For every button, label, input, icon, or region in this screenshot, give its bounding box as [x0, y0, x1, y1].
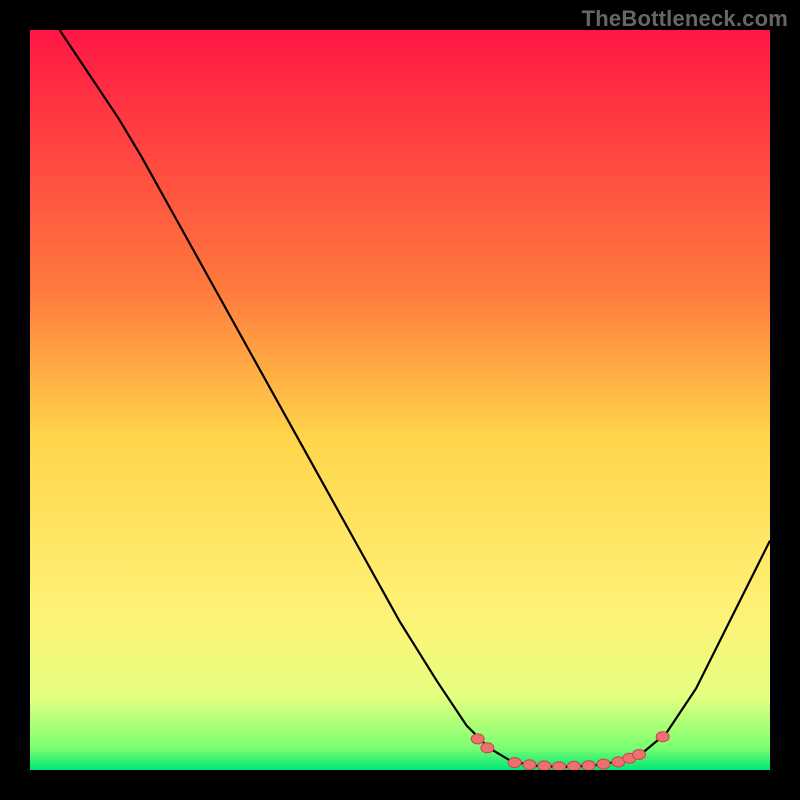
highlight-dot — [597, 759, 610, 769]
chart-plot — [30, 30, 770, 770]
highlight-dot — [582, 761, 595, 770]
highlight-dot — [481, 743, 494, 753]
gradient-background — [30, 30, 770, 770]
highlight-dot — [523, 760, 536, 770]
highlight-dot — [508, 758, 521, 768]
watermark-text: TheBottleneck.com — [582, 6, 788, 32]
highlight-dot — [553, 762, 566, 770]
highlight-dot — [471, 734, 484, 744]
highlight-dot — [633, 750, 646, 760]
highlight-dot — [656, 732, 669, 742]
highlight-dot — [538, 761, 551, 770]
highlight-dot — [567, 761, 580, 770]
chart-frame: TheBottleneck.com — [0, 0, 800, 800]
chart-svg — [30, 30, 770, 770]
